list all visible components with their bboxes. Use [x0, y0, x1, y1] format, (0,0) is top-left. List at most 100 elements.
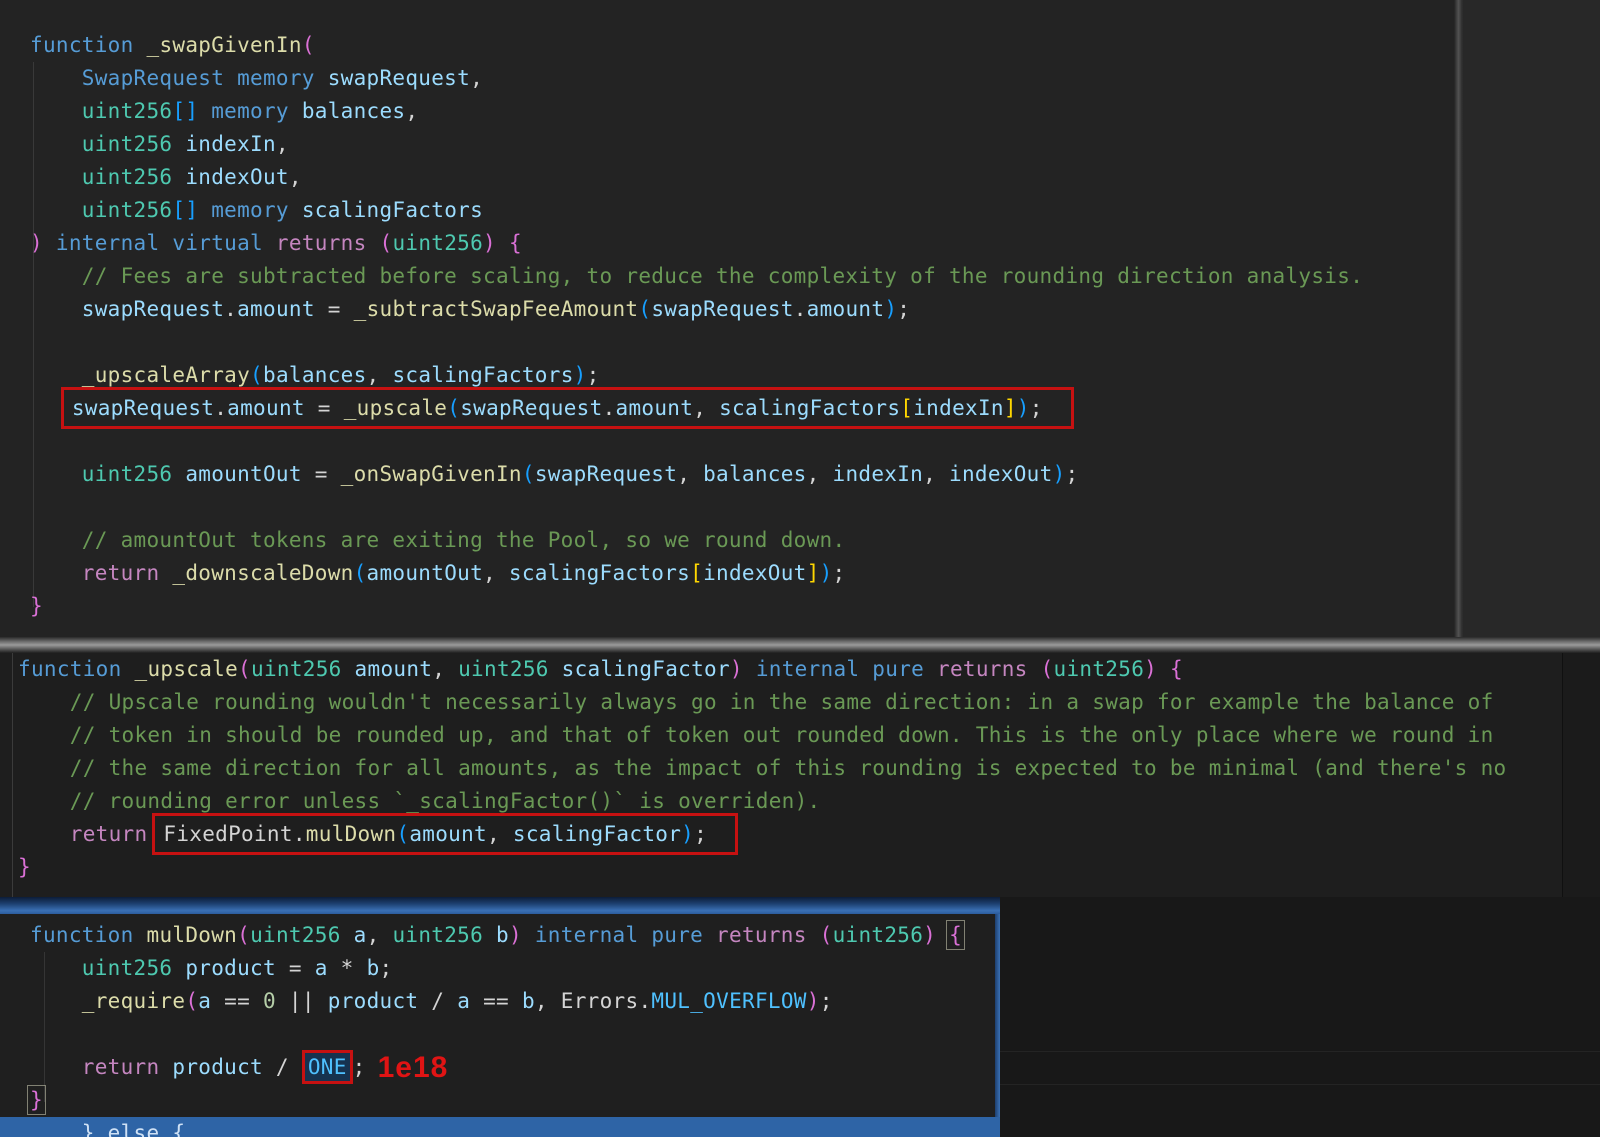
code-token: [] [172, 198, 198, 222]
code-token: amount [227, 396, 305, 420]
code-token: ] [1004, 396, 1017, 420]
code-token: _onSwapGivenIn [341, 462, 522, 486]
code-token: ( [354, 561, 367, 585]
code-token: * [328, 956, 367, 980]
code-token: . [224, 297, 237, 321]
code-token: b [367, 956, 380, 980]
code-token: ; [380, 956, 393, 980]
code-token: b [522, 989, 535, 1013]
code-token: scalingFactors [719, 396, 900, 420]
code-token: { [949, 923, 962, 947]
code-token: uint256 [30, 132, 172, 156]
code-token: amount [237, 297, 315, 321]
code-token: , [535, 989, 561, 1013]
code-line: // Fees are subtracted before scaling, t… [30, 260, 1600, 293]
code-token: / [263, 1055, 302, 1079]
code-token: swapRequest [460, 396, 602, 420]
code-token: a [198, 989, 211, 1013]
code-token: product [172, 1055, 263, 1079]
code-token: , [289, 165, 302, 189]
code-token: b [483, 923, 509, 947]
code-token: ) [730, 657, 743, 681]
code-panel-muldown: function mulDown(uint256 a, uint256 b) i… [0, 897, 1000, 1137]
code-token: _subtractSwapFeeAmount [354, 297, 639, 321]
code-token: uint256 [30, 99, 172, 123]
code-token: returns [703, 923, 820, 947]
code-line [0, 1018, 1000, 1051]
code-token: ( [237, 923, 250, 947]
annotation-red-box: ONE [302, 1050, 353, 1084]
code-token: ) [574, 363, 587, 387]
code-token: ) [483, 231, 496, 255]
code-token: uint256 [30, 462, 172, 486]
code-token: ) [1017, 396, 1030, 420]
code-screenshot: function _swapGivenIn( SwapRequest memor… [0, 0, 1600, 1137]
panel-divider [0, 637, 1600, 653]
code-token: ] [807, 561, 820, 585]
code-token: mulDown [306, 822, 397, 846]
code-line: uint256[] memory balances, [30, 95, 1600, 128]
annotation-red-box: FixedPoint.mulDown(amount, scalingFactor… [152, 813, 738, 855]
code-line: uint256 indexOut, [30, 161, 1600, 194]
code-token: ; [820, 989, 833, 1013]
code-token: balances [263, 363, 367, 387]
code-line: // amountOut tokens are exiting the Pool… [30, 524, 1600, 557]
code-token: uint256 [250, 923, 341, 947]
code-token: amount [342, 657, 433, 681]
code-area[interactable]: function _upscale(uint256 amount, uint25… [0, 653, 1600, 884]
code-token: , [923, 462, 949, 486]
code-area[interactable]: function mulDown(uint256 a, uint256 b) i… [0, 897, 1000, 1137]
code-token: uint256 [30, 198, 172, 222]
code-token: ) [807, 989, 820, 1013]
code-line: ) internal virtual returns (uint256) { [30, 227, 1600, 260]
code-token: ; [353, 1055, 366, 1079]
code-token: memory [198, 198, 289, 222]
code-token: mulDown [147, 923, 238, 947]
code-token: a [315, 956, 328, 980]
code-token: product [172, 956, 276, 980]
code-token: function [30, 923, 147, 947]
code-token: // Fees are subtracted before scaling, t… [30, 264, 1363, 288]
code-token [1157, 657, 1170, 681]
code-token: _require [30, 989, 185, 1013]
code-token [936, 923, 949, 947]
code-line: uint256 indexIn, [30, 128, 1600, 161]
code-token: , [276, 132, 289, 156]
code-token: . [794, 297, 807, 321]
code-token: // the same direction for all amounts, a… [18, 756, 1506, 780]
code-token: ( [185, 989, 198, 1013]
code-line: function _swapGivenIn( [30, 29, 1600, 62]
code-line: SwapRequest memory swapRequest, [30, 62, 1600, 95]
code-token: uint256 [833, 923, 924, 947]
code-token: ( [379, 231, 392, 255]
code-line: uint256 product = a * b; [0, 952, 1000, 985]
code-token: . [214, 396, 227, 420]
code-token: = [315, 297, 354, 321]
code-token: , [367, 363, 393, 387]
code-token: = [302, 462, 341, 486]
code-token: // token in should be rounded up, and th… [18, 723, 1494, 747]
code-token: internal pure [743, 657, 924, 681]
code-area[interactable]: function _swapGivenIn( SwapRequest memor… [0, 0, 1600, 623]
code-token: [ [690, 561, 703, 585]
code-token: MUL_OVERFLOW [651, 989, 806, 1013]
code-token: 0 [263, 989, 276, 1013]
code-line: // the same direction for all amounts, a… [18, 752, 1600, 785]
code-token: , [367, 923, 393, 947]
editor-background-region: function mulDown(uint256 a, uint256 b) i… [0, 897, 1600, 1137]
bracket-match-highlight: { [949, 923, 962, 947]
code-token: return [30, 561, 172, 585]
code-token: . [293, 822, 306, 846]
code-line: function _upscale(uint256 amount, uint25… [18, 653, 1600, 686]
code-token: return [18, 822, 160, 846]
code-token: ( [238, 657, 251, 681]
code-token: swapRequest [30, 297, 224, 321]
code-token: return [30, 1055, 172, 1079]
code-token: indexIn [833, 462, 924, 486]
code-token: [] [172, 99, 198, 123]
code-token: ) [923, 923, 936, 947]
code-token: ( [447, 396, 460, 420]
code-token: indexIn [172, 132, 276, 156]
code-token: uint256 [30, 956, 172, 980]
code-token: swapRequest [535, 462, 677, 486]
